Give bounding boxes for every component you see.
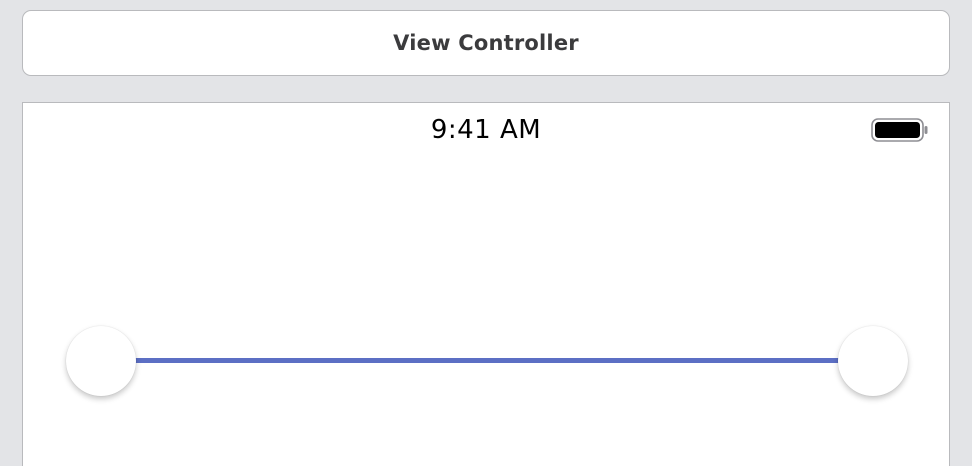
range-slider-lower-thumb[interactable] <box>66 326 136 396</box>
view-controller-header[interactable]: View Controller <box>22 10 950 76</box>
view-controller-title: View Controller <box>393 31 579 55</box>
range-slider-upper-thumb[interactable] <box>838 326 908 396</box>
device-screen: 9:41 AM <box>22 102 950 466</box>
range-slider-track[interactable] <box>135 358 839 363</box>
battery-full-icon <box>871 118 928 142</box>
storyboard-canvas: View Controller 9:41 AM <box>0 0 972 466</box>
status-bar-time: 9:41 AM <box>430 115 542 145</box>
